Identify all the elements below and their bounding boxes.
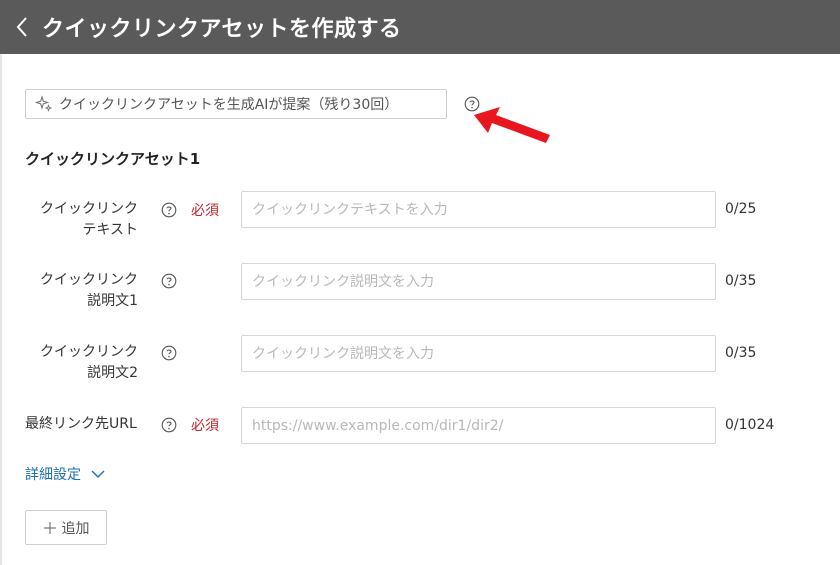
char-counter: 0/35 [725, 345, 757, 361]
red-arrow-annotation [474, 107, 550, 143]
help-icon[interactable] [161, 417, 177, 433]
field-label-description-2: クイックリンク 説明文2 [40, 342, 138, 384]
chevron-left-icon [16, 17, 27, 37]
label-line: クイックリンク [40, 344, 138, 360]
description-2-input[interactable] [241, 335, 716, 372]
char-counter: 0/1024 [725, 417, 775, 433]
chevron-down-icon [91, 470, 105, 478]
help-icon[interactable] [161, 273, 177, 289]
back-button[interactable] [6, 0, 38, 54]
char-counter: 0/25 [725, 201, 757, 217]
sparkle-icon [35, 95, 53, 112]
char-counter: 0/35 [725, 273, 757, 289]
label-line: テキスト [82, 222, 138, 238]
details-label: 詳細設定 [25, 467, 81, 483]
content-left-border [0, 54, 2, 565]
help-icon[interactable] [161, 202, 177, 218]
label-line: 最終リンク先URL [25, 416, 137, 432]
add-button-label: 追加 [61, 520, 90, 537]
description-1-input[interactable] [241, 263, 716, 300]
label-line: 説明文2 [87, 365, 138, 381]
section-title: クイックリンクアセット1 [25, 150, 201, 168]
page-header: クイックリンクアセットを作成する [0, 0, 840, 54]
quicklink-text-input[interactable] [241, 191, 716, 228]
ai-suggest-button[interactable]: クイックリンクアセットを生成AIが提案（残り30回） [25, 89, 447, 119]
label-line: クイックリンク [40, 201, 138, 217]
help-icon[interactable] [161, 345, 177, 361]
field-label-description-1: クイックリンク 説明文1 [40, 270, 138, 312]
label-line: 説明文1 [87, 293, 138, 309]
page-title: クイックリンクアセットを作成する [42, 17, 402, 42]
field-label-final-url: 最終リンク先URL [25, 414, 137, 435]
details-toggle[interactable]: 詳細設定 [25, 464, 105, 484]
required-badge: 必須 [191, 418, 219, 434]
required-badge: 必須 [191, 203, 219, 219]
ai-suggest-label: クイックリンクアセットを生成AIが提案（残り30回） [59, 97, 399, 113]
add-button[interactable]: 追加 [25, 510, 107, 545]
final-url-input[interactable] [241, 407, 716, 444]
field-label-quicklink-text: クイックリンク テキスト [40, 199, 138, 241]
label-line: クイックリンク [40, 272, 138, 288]
plus-icon [43, 521, 56, 534]
